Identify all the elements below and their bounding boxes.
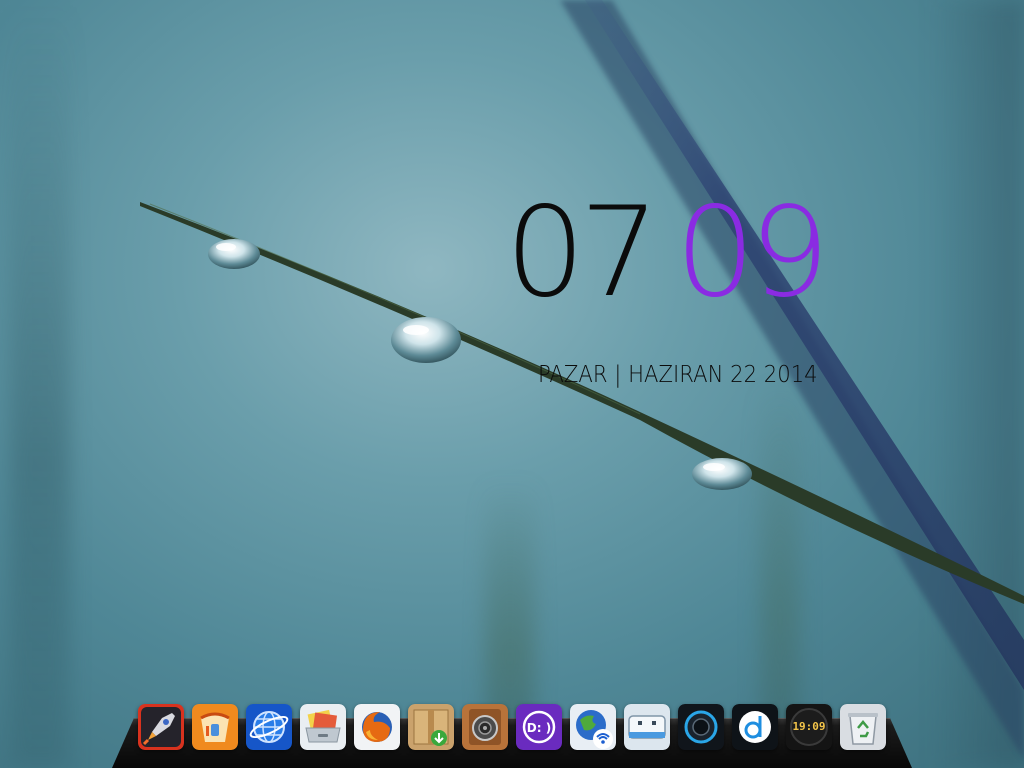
download-box-icon bbox=[408, 704, 454, 750]
dock-item-folder-drive-app[interactable] bbox=[300, 704, 346, 750]
firefox-icon bbox=[354, 704, 400, 750]
cleanup-icon bbox=[192, 704, 238, 750]
disk-d-icon: D: ) bbox=[516, 704, 562, 750]
dock-item-network-globe-app[interactable] bbox=[570, 704, 616, 750]
dock: D: ) 19:09 bbox=[138, 704, 898, 750]
speaker-icon bbox=[462, 704, 508, 750]
dock-item-web-globe-app[interactable] bbox=[246, 704, 292, 750]
power-ring-icon bbox=[678, 704, 724, 750]
rocket-icon bbox=[138, 704, 184, 750]
water-drop bbox=[208, 239, 260, 269]
dock-item-speaker-app[interactable] bbox=[462, 704, 508, 750]
dock-item-rocket-app[interactable] bbox=[138, 704, 184, 750]
dock-item-dock-clock-app[interactable]: 19:09 bbox=[786, 704, 832, 750]
folder-drive-icon bbox=[300, 704, 346, 750]
music-d-icon bbox=[732, 704, 778, 750]
dock-item-recycle-bin-app[interactable] bbox=[840, 704, 886, 750]
dock-item-disk-d-app[interactable]: D: ) bbox=[516, 704, 562, 750]
desktop: 07 09 PAZAR | HAZIRAN 22 2014 D:) 19:09 bbox=[0, 0, 1024, 768]
disk-d-label: D: ) bbox=[527, 721, 551, 735]
clock-hours: 07 bbox=[505, 181, 660, 325]
wifi-globe-icon bbox=[570, 704, 616, 750]
globe-icon bbox=[246, 704, 292, 750]
recycle-bin-icon bbox=[840, 704, 886, 750]
wallpaper bbox=[140, 0, 1024, 760]
dock-item-cleanup-app[interactable] bbox=[192, 704, 238, 750]
dock-clock-time: 19:09 bbox=[792, 720, 826, 733]
drive-icon bbox=[624, 704, 670, 750]
clock-minutes: 09 bbox=[675, 181, 830, 325]
dock-item-drive-app[interactable] bbox=[624, 704, 670, 750]
clock-widget: 07 09 bbox=[505, 178, 865, 328]
dock-item-firefox-app[interactable] bbox=[354, 704, 400, 750]
water-drop bbox=[692, 458, 752, 490]
dock-item-music-player-app[interactable] bbox=[732, 704, 778, 750]
dock-item-download-box-app[interactable] bbox=[408, 704, 454, 750]
clock-date: PAZAR | HAZIRAN 22 2014 bbox=[538, 362, 818, 388]
dock-item-power-app[interactable] bbox=[678, 704, 724, 750]
water-drop bbox=[391, 317, 461, 363]
